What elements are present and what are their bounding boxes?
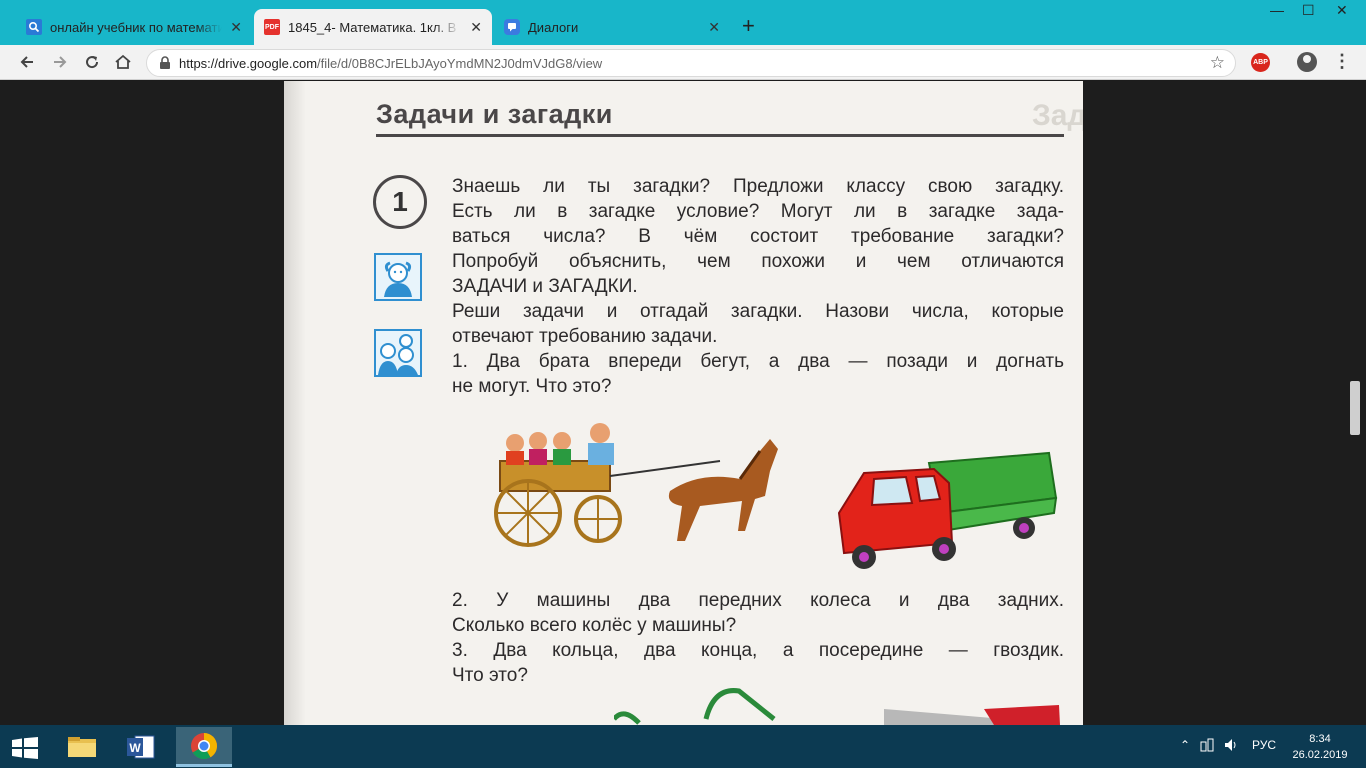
text-line: не могут. Что это? [452,376,612,397]
text-line: 2. У машины два передних колеса и два за… [452,590,1064,611]
minimize-button[interactable]: — [1270,2,1284,18]
task-number: 1 [373,175,427,229]
lock-icon [160,56,170,69]
clock-date: 26.02.2019 [1292,749,1348,761]
taskbar: W ⌃ РУС 8:34 26.02.2019 [0,725,1366,768]
pdf-favicon-icon: PDF [264,19,280,35]
tab-strip: онлайн учебник по математике ✕ PDF 1845_… [0,0,1366,45]
section-title: Задачи и загадки [376,99,613,129]
file-explorer-taskbar-button[interactable] [54,727,110,767]
svg-text:W: W [129,741,141,755]
close-tab-icon[interactable]: ✕ [708,19,720,36]
arrow-right-icon [54,56,67,68]
home-icon [115,54,131,69]
close-tab-icon[interactable]: ✕ [230,19,242,36]
browser-toolbar: https://drive.google.com/file/d/0B8CJrEL… [0,45,1366,80]
reload-button[interactable] [80,50,104,74]
volume-icon[interactable] [1224,738,1240,755]
tab-pdf[interactable]: PDF 1845_4- Математика. 1кл. В 2ч. ✕ [254,9,492,45]
tab-search[interactable]: онлайн учебник по математике ✕ [16,9,252,45]
text-line: 3. Два кольца, два конца, а посередине —… [452,640,1064,661]
text-line: Знаешь ли ты загадки? Предложи классу св… [452,176,1064,197]
group-work-icon [374,329,422,377]
tab-title: Диалоги [528,19,579,35]
bookmark-star-icon[interactable]: ☆ [1210,53,1225,73]
tab-dialogs[interactable]: Диалоги ✕ [494,9,730,45]
pdf-viewer: Задача. Условие и требование Задачи и за… [0,81,1366,725]
maximize-button[interactable]: ☐ [1302,2,1315,19]
forward-button[interactable] [48,50,72,74]
folder-icon [68,737,96,757]
close-tab-icon[interactable]: ✕ [470,19,482,36]
text-line: ваться числа? В чём состоит требование з… [452,226,1064,247]
text-line: 1. Два брата впереди бегут, а два — поза… [452,351,1064,372]
truck-illustration [837,451,1058,569]
scissors-illustration [614,688,1060,725]
language-indicator[interactable]: РУС [1252,738,1276,752]
word-taskbar-button[interactable]: W [113,727,169,767]
page-gutter [284,81,306,725]
adblock-plus-icon[interactable]: ABP [1251,53,1270,72]
chrome-icon [191,732,218,759]
reload-icon [86,56,99,69]
account-icon[interactable] [1297,52,1317,72]
text-line: Сколько всего колёс у машины? [452,615,737,636]
tray-overflow-icon[interactable]: ⌃ [1180,738,1190,752]
arrow-left-icon [20,56,33,68]
new-tab-button[interactable]: + [742,14,755,38]
chrome-taskbar-button[interactable] [176,727,232,767]
word-icon: W [127,735,155,759]
text-line: Попробуй объяснить, чем похожи и чем отл… [452,251,1064,272]
url-text: https://drive.google.com/file/d/0B8CJrEL… [179,56,603,71]
bleed-through-heading: Задача. Условие и требование [1032,99,1083,132]
address-bar[interactable]: https://drive.google.com/file/d/0B8CJrEL… [146,49,1236,77]
windows-start-icon[interactable] [12,737,38,759]
scrollbar-thumb[interactable] [1350,381,1360,435]
text-line: отвечают требованию задачи. [452,326,718,347]
home-button[interactable] [111,50,135,74]
text-line: Реши задачи и отгадай загадки. Назови чи… [452,301,1064,322]
clock-time: 8:34 [1309,733,1331,745]
text-line: ЗАДАЧИ и ЗАГАДКИ. [452,276,638,297]
network-icon[interactable] [1200,738,1214,755]
title-underline [376,134,1064,137]
tab-title: 1845_4- Математика. 1кл. В 2ч. [288,19,460,35]
clock[interactable]: 8:34 26.02.2019 [1290,731,1350,763]
search-favicon-icon [26,19,42,35]
close-window-button[interactable]: ✕ [1336,2,1348,19]
tab-title: онлайн учебник по математике [50,19,222,35]
think-icon [374,253,422,301]
browser-menu-icon[interactable]: ⋮ [1333,51,1351,72]
back-button[interactable] [15,50,39,74]
textbook-page: Задача. Условие и требование Задачи и за… [284,81,1083,725]
chat-favicon-icon [504,19,520,35]
text-line: Есть ли в загадке условие? Могут ли в за… [452,201,1064,222]
horse-cart-illustration [494,423,778,547]
